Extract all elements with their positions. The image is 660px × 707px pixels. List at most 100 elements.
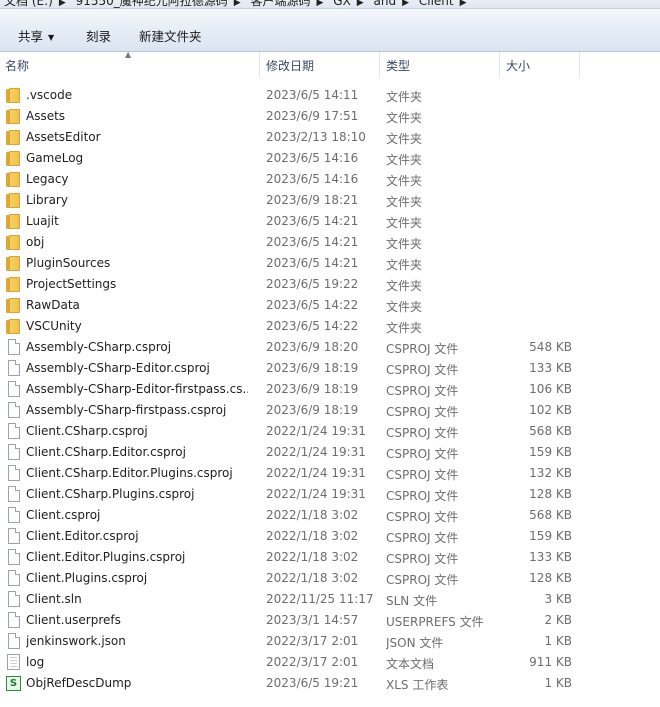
file-row[interactable]: Client.CSharp.csproj 2022/1/24 19:31 CSPRO…	[0, 421, 660, 442]
file-row[interactable]: obj 2023/6/5 14:21 文件夹	[0, 232, 660, 253]
file-row[interactable]: GameLog 2023/6/5 14:16 文件夹	[0, 148, 660, 169]
file-type: CSPROJ 文件	[386, 447, 459, 461]
new-folder-button[interactable]: 新建文件夹	[139, 26, 202, 45]
text-document-icon	[7, 654, 20, 670]
file-row[interactable]: Luajit 2023/6/5 14:21 文件夹	[0, 211, 660, 232]
file-row[interactable]: AssetsEditor 2023/2/13 18:10 文件夹	[0, 127, 660, 148]
file-row[interactable]: Assembly-CSharp-firstpass.csproj 2023/6/9…	[0, 400, 660, 421]
file-name: Client.csproj	[26, 508, 101, 522]
file-size: 159 KB	[529, 529, 572, 543]
chevron-right-icon[interactable]: ▶	[317, 0, 324, 8]
file-name: Library	[26, 193, 68, 207]
file-type: USERPREFS 文件	[386, 615, 484, 629]
folder-front-shape	[9, 151, 20, 166]
breadcrumb: 文档 (E:) ▶ 91550_魔神纪元阿拉德源码 ▶ 客户端源码 ▶ GX ▶ and…	[4, 0, 473, 8]
column-divider[interactable]	[259, 52, 260, 78]
file-row[interactable]: Client.sln 2022/11/25 11:17 SLN 文件 3 KB	[0, 589, 660, 610]
file-name: Client.Plugins.csproj	[26, 571, 148, 585]
breadcrumb-segment[interactable]: 客户端源码	[251, 0, 311, 8]
file-type: CSPROJ 文件	[386, 468, 459, 482]
file-row[interactable]: Assets 2023/6/9 17:51 文件夹	[0, 106, 660, 127]
file-row[interactable]: Assembly-CSharp-Editor.csproj 2023/6/9 18…	[0, 358, 660, 379]
column-divider[interactable]	[579, 52, 580, 78]
file-row[interactable]: S ObjRefDescDump 2023/6/5 19:21 XLS 工作表 1 KB	[0, 673, 660, 694]
share-button[interactable]: 共享 ▼	[18, 26, 54, 45]
column-header-name[interactable]: 名称	[5, 57, 29, 74]
share-button-label: 共享	[18, 29, 44, 44]
file-modified-date: 2023/2/13 18:10	[266, 130, 366, 144]
file-row[interactable]: Client.CSharp.Editor.csproj 2022/1/24 19:…	[0, 442, 660, 463]
file-type: 文件夹	[386, 195, 423, 209]
file-modified-date: 2023/6/5 14:21	[266, 256, 359, 270]
file-type: 文件夹	[386, 237, 423, 251]
folder-icon	[6, 151, 20, 166]
file-type: SLN 文件	[386, 594, 438, 608]
breadcrumb-segment[interactable]: 91550_魔神纪元阿拉德源码	[76, 0, 228, 8]
chevron-right-icon[interactable]: ▶	[357, 0, 364, 8]
file-row[interactable]: Client.CSharp.Plugins.csproj 2022/1/24 19…	[0, 484, 660, 505]
file-name: ObjRefDescDump	[26, 676, 132, 690]
file-name: .vscode	[26, 88, 73, 102]
file-row[interactable]: PluginSources 2023/6/5 14:21 文件夹	[0, 253, 660, 274]
sort-ascending-icon: ▲	[125, 50, 132, 59]
breadcrumb-segment[interactable]: and	[374, 0, 397, 8]
file-modified-date: 2022/1/18 3:02	[266, 550, 359, 564]
column-header-type[interactable]: 类型	[386, 57, 410, 74]
file-row[interactable]: Assembly-CSharp.csproj 2023/6/9 18:20 CSPR…	[0, 337, 660, 358]
breadcrumb-segment[interactable]: GX	[333, 0, 351, 8]
file-row[interactable]: Client.userprefs 2023/3/1 14:57 USERPREFS …	[0, 610, 660, 631]
file-modified-date: 2023/6/9 18:21	[266, 193, 359, 207]
column-divider[interactable]	[499, 52, 500, 78]
file-icon	[8, 633, 20, 649]
chevron-right-icon[interactable]: ▶	[460, 0, 467, 8]
file-row[interactable]: Assembly-CSharp-Editor-firstpass.cs... 20…	[0, 379, 660, 400]
column-divider[interactable]	[379, 52, 380, 78]
file-type: CSPROJ 文件	[386, 531, 459, 545]
file-type: 文件夹	[386, 153, 423, 167]
address-bar[interactable]: 文档 (E:) ▶ 91550_魔神纪元阿拉德源码 ▶ 客户端源码 ▶ GX ▶ and…	[0, 0, 660, 9]
file-icon	[8, 591, 20, 607]
file-modified-date: 2023/6/5 19:22	[266, 277, 359, 291]
file-icon	[8, 381, 20, 397]
file-row[interactable]: Legacy 2023/6/5 14:16 文件夹	[0, 169, 660, 190]
file-name: ProjectSettings	[26, 277, 117, 291]
file-name: RawData	[26, 298, 80, 312]
file-row[interactable]: jenkinswork.json 2022/3/17 2:01 JSON 文件 1 K…	[0, 631, 660, 652]
folder-icon	[6, 109, 20, 124]
file-row[interactable]: ProjectSettings 2023/6/5 19:22 文件夹	[0, 274, 660, 295]
file-row[interactable]: Client.csproj 2022/1/18 3:02 CSPROJ 文件 568 …	[0, 505, 660, 526]
file-icon	[8, 465, 20, 481]
chevron-right-icon[interactable]: ▶	[402, 0, 409, 8]
file-modified-date: 2023/6/9 18:19	[266, 403, 359, 417]
file-name: Client.Editor.Plugins.csproj	[26, 550, 186, 564]
file-icon	[8, 507, 20, 523]
file-row[interactable]: VSCUnity 2023/6/5 14:22 文件夹	[0, 316, 660, 337]
file-size: 106 KB	[529, 382, 572, 396]
file-row[interactable]: Library 2023/6/9 18:21 文件夹	[0, 190, 660, 211]
folder-front-shape	[9, 298, 20, 313]
burn-button[interactable]: 刻录	[86, 26, 111, 45]
chevron-right-icon[interactable]: ▶	[59, 0, 66, 8]
file-row[interactable]: Client.Plugins.csproj 2022/1/18 3:02 CSPRO…	[0, 568, 660, 589]
file-modified-date: 2022/1/18 3:02	[266, 529, 359, 543]
file-name: Client.CSharp.Editor.csproj	[26, 445, 186, 459]
file-type: 文件夹	[386, 279, 423, 293]
file-row[interactable]: .vscode 2023/6/5 14:11 文件夹	[0, 85, 660, 106]
folder-icon	[6, 298, 20, 313]
file-name: Client.CSharp.csproj	[26, 424, 148, 438]
file-modified-date: 2022/1/24 19:31	[266, 466, 366, 480]
file-name: Client.CSharp.Plugins.csproj	[26, 487, 195, 501]
file-row[interactable]: Client.Editor.Plugins.csproj 2022/1/18 3:…	[0, 547, 660, 568]
file-row[interactable]: log 2022/3/17 2:01 文本文档 911 KB	[0, 652, 660, 673]
column-header-size[interactable]: 大小	[506, 57, 530, 74]
chevron-right-icon[interactable]: ▶	[234, 0, 241, 8]
file-size: 3 KB	[544, 592, 572, 606]
file-modified-date: 2023/6/5 14:21	[266, 235, 359, 249]
column-header-date[interactable]: 修改日期	[266, 57, 314, 74]
file-row[interactable]: Client.Editor.csproj 2022/1/18 3:02 CSPROJ…	[0, 526, 660, 547]
breadcrumb-segment[interactable]: 文档 (E:)	[4, 0, 53, 8]
file-type: 文件夹	[386, 90, 423, 104]
breadcrumb-segment[interactable]: Client	[419, 0, 454, 8]
file-row[interactable]: Client.CSharp.Editor.Plugins.csproj 2022/…	[0, 463, 660, 484]
file-row[interactable]: RawData 2023/6/5 14:22 文件夹	[0, 295, 660, 316]
